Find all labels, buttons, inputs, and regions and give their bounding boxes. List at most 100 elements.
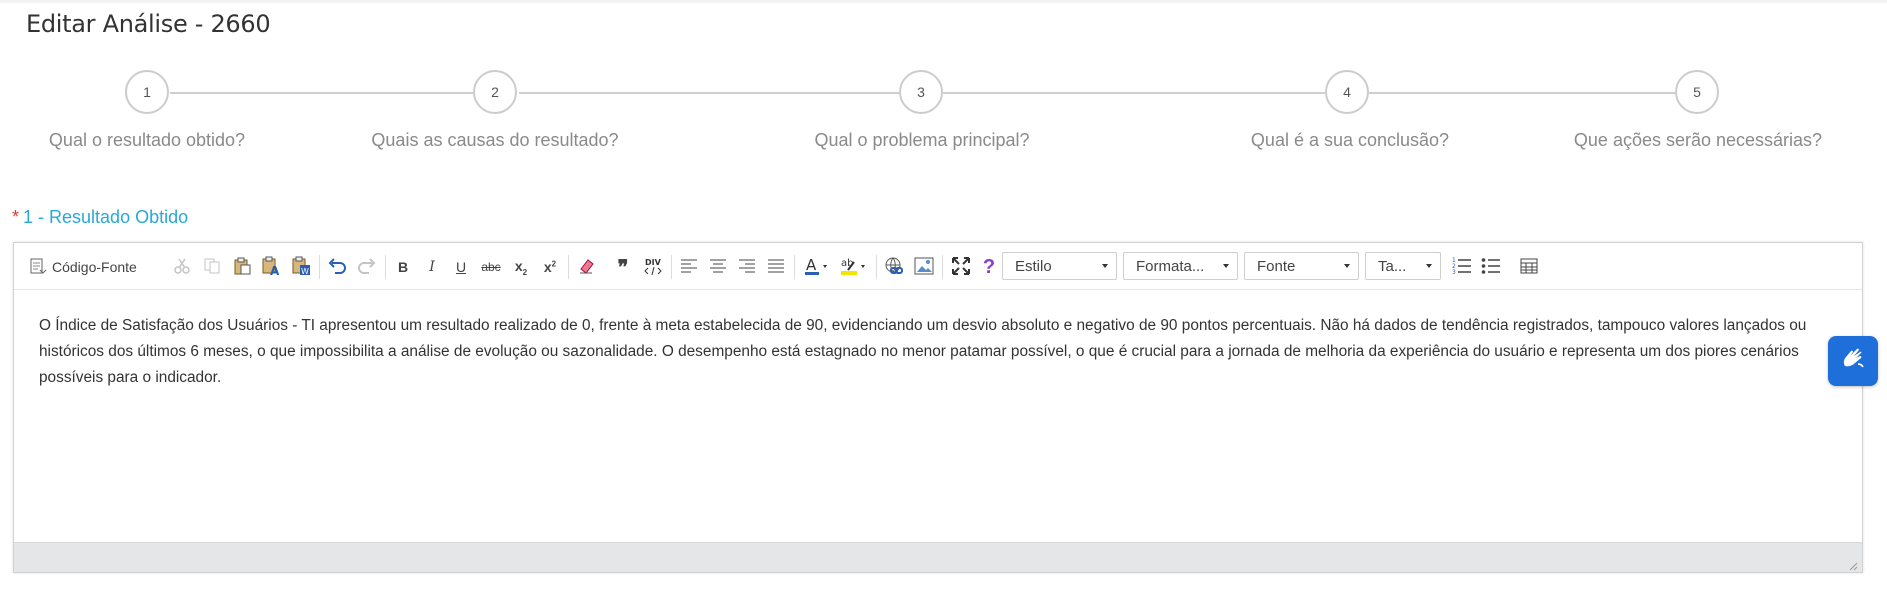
bg-color-button[interactable]: ab (838, 254, 870, 280)
redo-icon (357, 257, 377, 278)
numbered-list-button[interactable]: 123 (1450, 254, 1474, 280)
cut-button[interactable] (170, 254, 194, 280)
step-connector (943, 92, 1325, 94)
step-5-label[interactable]: Que ações serão necessárias? (1574, 130, 1822, 151)
paste-icon (233, 257, 251, 278)
step-2-label[interactable]: Quais as causas do resultado? (371, 130, 618, 151)
paste-word-icon: W (291, 256, 311, 279)
step-1-circle[interactable]: 1 (125, 70, 169, 114)
step-2-circle[interactable]: 2 (473, 70, 517, 114)
font-combo-label: Fonte (1257, 257, 1296, 275)
sign-language-icon (1838, 344, 1868, 379)
image-icon (914, 257, 934, 278)
maximize-button[interactable] (949, 254, 973, 280)
bulleted-list-button[interactable] (1479, 254, 1503, 280)
div-button[interactable]: DIV (641, 254, 665, 280)
paste-text-button[interactable]: A (259, 254, 283, 280)
paste-button[interactable] (230, 254, 254, 280)
paste-word-button[interactable]: W (289, 254, 313, 280)
align-center-button[interactable] (706, 254, 730, 280)
style-combo-label: Estilo (1015, 257, 1052, 275)
step-1-label[interactable]: Qual o resultado obtido? (49, 130, 245, 151)
editor-content[interactable]: O Índice de Satisfação dos Usuários - TI… (39, 313, 1839, 391)
table-button[interactable] (1517, 254, 1541, 280)
justify-icon (767, 259, 785, 276)
align-right-icon (738, 259, 756, 276)
step-5-circle[interactable]: 5 (1675, 70, 1719, 114)
sign-language-button[interactable] (1828, 336, 1878, 386)
source-label: Código-Fonte (52, 259, 137, 275)
text-color-icon: A (804, 256, 830, 279)
chevron-down-icon (1426, 264, 1432, 268)
image-button[interactable] (912, 254, 936, 280)
size-combo[interactable]: Ta... (1365, 252, 1441, 280)
format-combo-label: Formata... (1136, 257, 1205, 275)
toolbar-separator (568, 255, 569, 279)
underline-button[interactable]: U (450, 254, 472, 280)
italic-icon: I (429, 259, 435, 275)
resize-grip-icon[interactable] (1848, 558, 1858, 571)
undo-icon (327, 257, 347, 278)
rich-text-editor: Código-Fonte A W B I U abc x2 x2 ❞ DIV A… (13, 242, 1863, 573)
top-border (0, 0, 1887, 3)
required-mark: * (12, 207, 20, 227)
toolbar-separator (942, 255, 943, 279)
chevron-down-icon (1344, 264, 1350, 268)
step-3-circle[interactable]: 3 (899, 70, 943, 114)
svg-text:DIV: DIV (645, 258, 662, 267)
bulleted-list-icon (1481, 256, 1501, 279)
italic-button[interactable]: I (421, 254, 443, 280)
bold-icon: B (397, 259, 409, 275)
svg-text:A: A (270, 264, 280, 276)
align-left-button[interactable] (677, 254, 701, 280)
step-connector (170, 92, 475, 94)
subscript-button[interactable]: x2 (509, 254, 533, 280)
source-button[interactable]: Código-Fonte (28, 254, 160, 280)
copy-icon (203, 257, 221, 278)
strike-icon: abc (481, 260, 501, 274)
svg-text:A: A (806, 256, 817, 274)
field-label: * 1 - Resultado Obtido (12, 207, 188, 228)
align-right-button[interactable] (735, 254, 759, 280)
source-icon (28, 257, 48, 277)
help-button[interactable]: ? (978, 254, 1000, 280)
step-4-label[interactable]: Qual é a sua conclusão? (1251, 130, 1449, 151)
div-icon: DIV (644, 257, 662, 278)
toolbar-separator (671, 255, 672, 279)
chevron-down-icon (1102, 264, 1108, 268)
editor-footer (14, 542, 1862, 572)
format-combo[interactable]: Formata... (1123, 252, 1238, 280)
blockquote-button[interactable]: ❞ (611, 254, 635, 280)
align-left-icon (680, 259, 698, 276)
font-combo[interactable]: Fonte (1244, 252, 1359, 280)
strike-button[interactable]: abc (478, 254, 504, 280)
bold-button[interactable]: B (392, 254, 414, 280)
justify-button[interactable] (764, 254, 788, 280)
blockquote-icon: ❞ (617, 256, 629, 279)
text-color-button[interactable]: A (802, 254, 832, 280)
step-4-circle[interactable]: 4 (1325, 70, 1369, 114)
align-center-icon (709, 259, 727, 276)
copy-button[interactable] (200, 254, 224, 280)
step-connector (519, 92, 899, 94)
superscript-button[interactable]: x2 (538, 254, 562, 280)
page-title: Editar Análise - 2660 (26, 10, 271, 38)
step-3-label[interactable]: Qual o problema principal? (814, 130, 1029, 151)
style-combo[interactable]: Estilo (1002, 252, 1117, 280)
remove-format-icon (577, 257, 597, 278)
size-combo-label: Ta... (1378, 257, 1407, 275)
toolbar-separator (876, 255, 877, 279)
link-button[interactable] (882, 254, 906, 280)
undo-button[interactable] (324, 254, 350, 280)
toolbar-separator (794, 255, 795, 279)
step-connector (1369, 92, 1675, 94)
link-icon (884, 256, 904, 279)
numbered-list-icon: 123 (1452, 256, 1472, 279)
field-label-text: 1 - Resultado Obtido (23, 207, 189, 227)
bg-color-icon: ab (840, 256, 868, 279)
toolbar-separator (319, 255, 320, 279)
remove-format-button[interactable] (575, 254, 599, 280)
redo-button[interactable] (354, 254, 380, 280)
paste-text-icon: A (261, 256, 281, 279)
editor-toolbar: Código-Fonte A W B I U abc x2 x2 ❞ DIV A… (14, 243, 1862, 290)
